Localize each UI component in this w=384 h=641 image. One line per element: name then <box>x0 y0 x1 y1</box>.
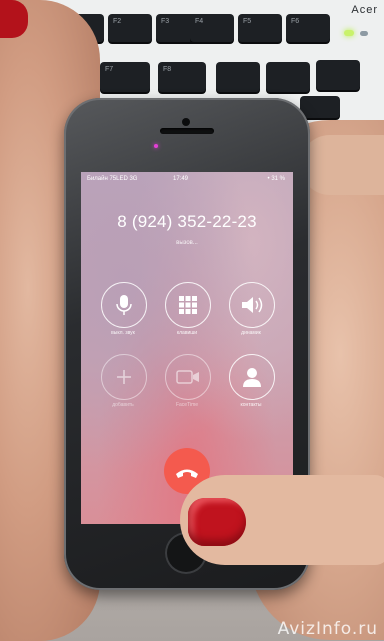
battery-label: • 31 % <box>267 176 285 182</box>
keyboard-key: F5 <box>238 14 282 42</box>
keyboard-key <box>300 96 340 118</box>
call-screen: Билайн 75LED 3G 17:49 • 31 % 8 (924) 352… <box>81 172 293 524</box>
keyboard-key: F2 <box>108 14 152 42</box>
clock: 17:49 <box>173 176 189 182</box>
key-label: F2 <box>113 18 122 25</box>
keyboard-led <box>344 30 354 36</box>
key-label: F5 <box>243 18 252 25</box>
facetime-label: FaceTime <box>175 402 199 408</box>
keypad-icon <box>166 283 210 327</box>
key-label: F6 <box>291 18 300 25</box>
keyboard-key: F7 <box>100 62 150 92</box>
mute-button[interactable] <box>101 282 147 328</box>
key-label: F7 <box>105 66 114 73</box>
fingernail <box>188 498 246 546</box>
facetime-icon <box>166 355 210 399</box>
keypad-button[interactable] <box>165 282 211 328</box>
speaker-icon <box>230 283 274 327</box>
add-call-label: добавить <box>112 402 134 408</box>
watermark: AvizInfo.ru <box>277 619 378 639</box>
contacts-icon <box>230 355 274 399</box>
keyboard-led <box>360 31 368 36</box>
speaker-button[interactable] <box>229 282 275 328</box>
proximity-led <box>154 144 158 148</box>
key-label: F3 <box>161 18 170 25</box>
keyboard-brand: Acer <box>351 4 378 16</box>
mute-icon <box>102 283 146 327</box>
facetime-button[interactable] <box>165 354 211 400</box>
earpiece-speaker <box>160 128 214 134</box>
keyboard-key <box>216 62 260 92</box>
front-camera <box>182 118 190 126</box>
add-call-icon <box>102 355 146 399</box>
finger <box>300 135 384 195</box>
mute-label: выкл. звук <box>111 330 135 336</box>
status-bar: Билайн 75LED 3G 17:49 • 31 % <box>81 176 293 186</box>
call-status: вызов... <box>176 240 198 246</box>
speaker-label: динамик <box>241 330 261 336</box>
keypad-label: клавиши <box>176 330 198 336</box>
keyboard-key <box>266 62 310 92</box>
key-label: F8 <box>163 66 172 73</box>
keyboard-key: F6 <box>286 14 330 42</box>
contacts-button[interactable] <box>229 354 275 400</box>
carrier-label: Билайн 75LED 3G <box>87 176 138 182</box>
fingernail <box>0 0 28 38</box>
contacts-label: контакты <box>240 402 262 408</box>
photo-scene: F1 F2 F3 F4 F5 F6 F7 F8 Acer Билайн 75LE… <box>0 0 384 641</box>
keyboard-key: F8 <box>158 62 206 92</box>
key-label: F4 <box>195 18 204 25</box>
add-call-button[interactable] <box>101 354 147 400</box>
keyboard-key <box>316 60 360 90</box>
keyboard-key: F4 <box>190 14 234 42</box>
phone-number: 8 (924) 352-22-23 <box>117 212 257 231</box>
